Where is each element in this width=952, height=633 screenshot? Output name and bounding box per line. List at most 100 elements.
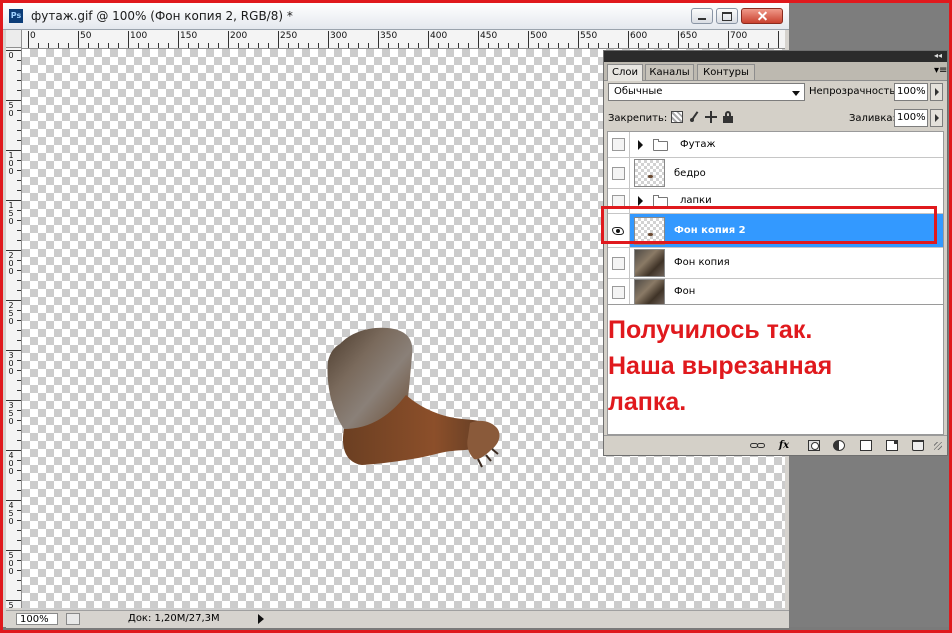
- ruler-tick: [17, 240, 21, 241]
- ruler-tick: [648, 43, 649, 48]
- opacity-field[interactable]: 100%: [894, 83, 928, 101]
- ruler-tick: [378, 31, 379, 48]
- ruler-label: 550: [580, 31, 598, 41]
- status-info-icon[interactable]: [66, 613, 80, 625]
- ruler-label: 700: [730, 31, 748, 41]
- lock-all-icon[interactable]: [722, 111, 734, 123]
- new-layer-icon[interactable]: [886, 440, 898, 451]
- fx-icon[interactable]: fx: [778, 440, 790, 451]
- panel-tabs: Слои Каналы Контуры ▾≡: [604, 62, 947, 81]
- ruler-tick: [17, 220, 21, 221]
- ruler-tick: [198, 43, 199, 48]
- ruler-tick: [628, 31, 629, 48]
- blend-mode-value: Обычные: [614, 86, 663, 97]
- ruler-label: 50: [80, 31, 92, 41]
- lock-transparency-icon[interactable]: [671, 111, 683, 123]
- ruler-label: 300: [8, 351, 14, 376]
- ruler-tick: [28, 31, 29, 48]
- lock-paint-icon[interactable]: [689, 111, 701, 123]
- hidden-visibility-box: [612, 167, 625, 180]
- ruler-tick: [17, 190, 21, 191]
- zoom-level-field[interactable]: 100%: [16, 613, 58, 625]
- layer-group-futazh[interactable]: Футаж: [608, 132, 943, 158]
- horizontal-ruler[interactable]: 0 50 100 150 200 250 300 350 400 450 500 550 600 650 7…: [22, 30, 785, 49]
- folder-icon: [653, 139, 668, 151]
- ruler-label: 200: [230, 31, 248, 41]
- ruler-tick: [538, 43, 539, 48]
- ruler-tick: [98, 43, 99, 48]
- document-size-info: Док: 1,20M/27,3M: [128, 613, 220, 624]
- panel-header-bar[interactable]: ◂◂: [604, 51, 947, 62]
- tab-channels[interactable]: Каналы: [645, 64, 694, 80]
- link-icon[interactable]: [750, 440, 766, 451]
- ruler-tick: [48, 43, 49, 48]
- fill-slider-toggle[interactable]: [930, 109, 943, 127]
- ruler-tick: [258, 43, 259, 48]
- vertical-ruler[interactable]: 0 50 100 150 200 250 300 350 400 450 500 550: [6, 48, 22, 608]
- ruler-tick: [338, 43, 339, 48]
- layer-fon-kopiya[interactable]: Фон копия: [608, 248, 943, 279]
- ruler-tick: [748, 43, 749, 48]
- resize-grip-icon[interactable]: [934, 442, 942, 450]
- ruler-tick: [588, 43, 589, 48]
- ruler-tick: [638, 43, 639, 48]
- trash-icon[interactable]: [912, 440, 924, 451]
- ruler-label: 350: [8, 401, 14, 426]
- ruler-tick: [708, 43, 709, 48]
- expand-arrow-icon[interactable]: [638, 140, 643, 150]
- ruler-tick: [178, 31, 179, 48]
- expand-arrow-icon[interactable]: [638, 196, 643, 206]
- ruler-tick: [17, 80, 21, 81]
- ruler-tick: [17, 280, 21, 281]
- ruler-tick: [78, 31, 79, 48]
- visibility-toggle[interactable]: [608, 279, 630, 304]
- ruler-tick: [17, 540, 21, 541]
- ruler-tick: [68, 43, 69, 48]
- ruler-tick: [368, 43, 369, 48]
- group-folder-icon[interactable]: [860, 440, 872, 451]
- selected-layer-highlight: [601, 206, 937, 244]
- panel-menu-icon[interactable]: ▾≡: [934, 66, 947, 76]
- layer-fon[interactable]: Фон: [608, 279, 943, 304]
- visibility-toggle[interactable]: [608, 248, 630, 278]
- tab-layers[interactable]: Слои: [607, 64, 643, 81]
- blend-mode-select[interactable]: Обычные: [608, 83, 805, 101]
- adjustment-icon[interactable]: [833, 440, 845, 451]
- minimize-button[interactable]: [691, 8, 713, 24]
- ruler-label: 450: [480, 31, 498, 41]
- fill-field[interactable]: 100%: [894, 109, 928, 127]
- ruler-tick: [17, 470, 21, 471]
- mask-icon[interactable]: [808, 440, 820, 451]
- layer-name: бедро: [674, 168, 706, 179]
- document-title-bar[interactable]: Ps футаж.gif @ 100% (Фон копия 2, RGB/8)…: [3, 3, 789, 30]
- layer-name: лапки: [680, 195, 712, 206]
- maximize-button[interactable]: [716, 8, 738, 24]
- ruler-tick: [17, 160, 21, 161]
- visibility-toggle[interactable]: [608, 132, 630, 157]
- ruler-tick: [17, 270, 21, 271]
- close-button[interactable]: [741, 8, 783, 24]
- visibility-toggle[interactable]: [608, 158, 630, 188]
- ruler-tick: [17, 580, 21, 581]
- lock-position-icon[interactable]: [705, 111, 717, 123]
- ruler-label: 200: [8, 251, 14, 276]
- ruler-tick: [248, 43, 249, 48]
- ruler-tick: [17, 60, 21, 61]
- collapse-panel-icon[interactable]: ◂◂: [934, 51, 942, 61]
- ruler-label: 300: [330, 31, 348, 41]
- ruler-origin[interactable]: [6, 30, 22, 48]
- ruler-tick: [618, 43, 619, 48]
- ruler-tick: [268, 43, 269, 48]
- opacity-slider-toggle[interactable]: [930, 83, 943, 101]
- ruler-tick: [17, 370, 21, 371]
- ruler-tick: [17, 70, 21, 71]
- ruler-tick: [38, 43, 39, 48]
- ruler-label: 50: [8, 101, 14, 118]
- tab-paths[interactable]: Контуры: [697, 64, 755, 80]
- layer-bedro[interactable]: бедро: [608, 158, 943, 189]
- ruler-tick: [188, 43, 189, 48]
- ruler-tick: [17, 530, 21, 531]
- status-menu-arrow-icon[interactable]: [258, 614, 264, 624]
- ruler-label: 0: [30, 31, 36, 41]
- ruler-label: 250: [280, 31, 298, 41]
